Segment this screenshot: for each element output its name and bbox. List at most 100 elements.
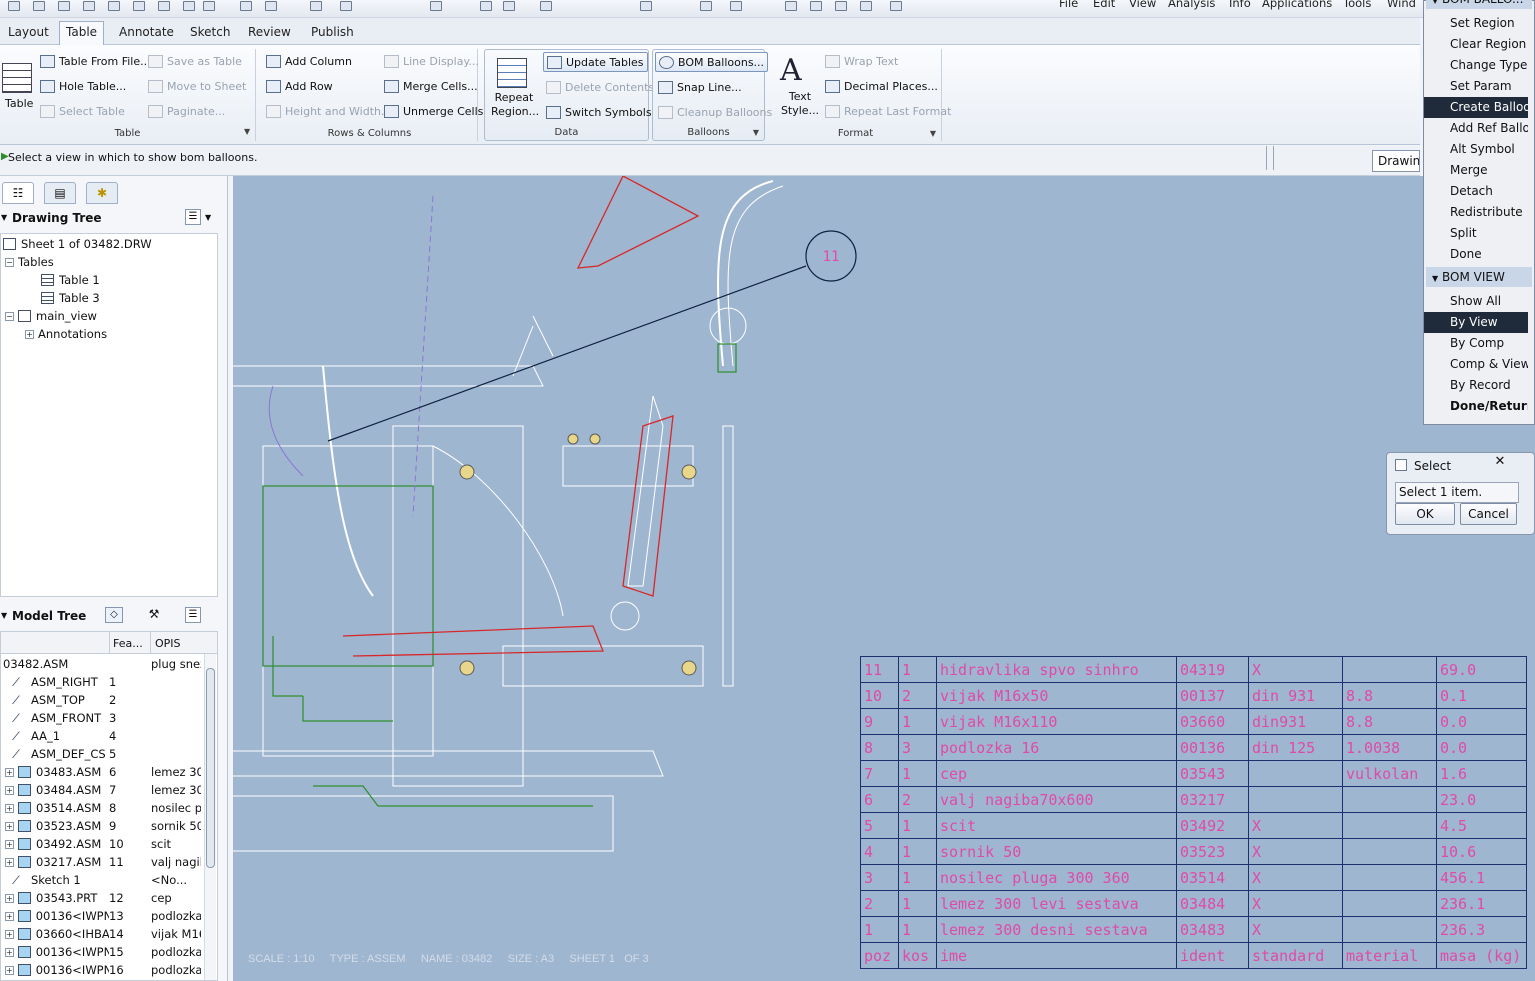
drawing-filter-combo[interactable]: Drawin	[1372, 150, 1420, 172]
menu-tools[interactable]: Tools	[1343, 0, 1371, 10]
add-row-button[interactable]: Add Row	[266, 76, 333, 96]
bom-cell[interactable]: 1	[898, 708, 937, 735]
tree-columns-icon[interactable]: ☰	[185, 607, 201, 623]
menu-edit[interactable]: Edit	[1093, 0, 1115, 10]
model-tree-row[interactable]: +00136<IWPN 15 podlozka	[1, 943, 201, 961]
bom-cell[interactable]: 2	[898, 682, 937, 709]
bom-cell[interactable]: 7	[860, 760, 899, 787]
view-icon[interactable]	[540, 1, 552, 11]
unmerge-cells-button[interactable]: Unmerge Cells	[384, 101, 483, 121]
bom-cell[interactable]: 03523	[1176, 838, 1249, 865]
cut-icon[interactable]	[310, 1, 322, 11]
menu-item-set-region[interactable]: Set Region	[1424, 13, 1528, 34]
bom-cell[interactable]: 1	[898, 838, 937, 865]
bom-cell[interactable]: 10.6	[1436, 838, 1527, 865]
bom-cell[interactable]	[1342, 786, 1437, 813]
menu-item-done[interactable]: Done	[1424, 244, 1528, 265]
table-button-label[interactable]: Table	[5, 97, 33, 110]
bom-row[interactable]: 9 1 vijak M16x110 03660 din931 8.8 0.0	[860, 708, 1527, 735]
copy-icon[interactable]	[83, 1, 95, 11]
bom-cell[interactable]: 1	[898, 890, 937, 917]
menu-view[interactable]: View	[1129, 0, 1156, 10]
bom-cell[interactable]: vijak M16x50	[936, 682, 1177, 709]
bom-table[interactable]: 11 1 hidravlika spvo sinhro 04319 X 69.0 10 2 vi…	[860, 656, 1527, 969]
bom-cell[interactable]: 1	[898, 656, 937, 683]
bom-header-row[interactable]: poz kos ime ident standard material masa (kg)	[860, 942, 1527, 969]
tree-settings-icon[interactable]: ☰	[185, 209, 201, 225]
save-icon[interactable]	[58, 1, 70, 11]
bom-cell[interactable]: lemez 300 levi sestava	[936, 890, 1177, 917]
sketch-icon[interactable]	[430, 1, 442, 11]
tab-favorites[interactable]: ✱	[86, 182, 118, 204]
bom-cell[interactable]: 11	[860, 656, 899, 683]
search-icon[interactable]	[700, 1, 712, 11]
bom-cell[interactable]: kos	[898, 942, 937, 969]
bom-cell[interactable]: din 125	[1248, 734, 1343, 761]
scroll-thumb[interactable]	[206, 668, 215, 868]
check-icon[interactable]	[480, 1, 492, 11]
menu-window[interactable]: Wind	[1387, 0, 1416, 10]
expand-icon[interactable]: +	[5, 893, 14, 903]
menu-item-by-comp[interactable]: By Comp	[1424, 333, 1528, 354]
bom-cell[interactable]: X	[1248, 890, 1343, 917]
zoom-icon[interactable]	[640, 1, 652, 11]
bom-cell[interactable]: valj nagiba70x600	[936, 786, 1177, 813]
expand-icon[interactable]: +	[5, 947, 14, 957]
axis-icon[interactable]	[810, 1, 822, 11]
wrap-text-button[interactable]: Wrap Text	[825, 51, 898, 71]
bom-cell[interactable]: 04319	[1176, 656, 1249, 683]
tree-item-main-view[interactable]: − main_view	[5, 307, 97, 325]
menu-item-redistribute[interactable]: Redistribute	[1424, 202, 1528, 223]
tab-annotate[interactable]: Annotate	[119, 25, 174, 39]
model-tree-row[interactable]: ⁄ AA_1 4	[1, 727, 201, 745]
csys-icon[interactable]	[860, 1, 872, 11]
select-table-button[interactable]: Select Table	[40, 101, 125, 121]
collapse-icon[interactable]: −	[5, 311, 14, 321]
model-tree-row[interactable]: 03482.ASM plug snez	[1, 655, 201, 673]
tab-sketch[interactable]: Sketch	[190, 25, 230, 39]
menu-item-add-ref-balloon[interactable]: Add Ref Balloon	[1424, 118, 1528, 139]
snap-line-button[interactable]: Snap Line...	[658, 77, 742, 97]
bom-row[interactable]: 5 1 scit 03492 X 4.5	[860, 812, 1527, 839]
paste-icon[interactable]	[340, 1, 352, 11]
expand-icon[interactable]: +	[5, 911, 14, 921]
drawing-canvas[interactable]: 11 11 1 hidravlika spvo sinhro 04319 X 69.0 10…	[233, 176, 1535, 981]
tab-table[interactable]: Table	[59, 21, 105, 46]
redo-icon[interactable]	[265, 1, 277, 11]
bom-cell[interactable]: sornik 50	[936, 838, 1177, 865]
model-tree-row[interactable]: ⁄ ASM_TOP 2	[1, 691, 201, 709]
bom-cell[interactable]: 00137	[1176, 682, 1249, 709]
collapse-icon[interactable]: −	[5, 257, 14, 267]
display-icon[interactable]	[730, 1, 742, 11]
column-opis[interactable]: OPIS	[155, 637, 181, 650]
bom-cell[interactable]: lemez 300 desni sestava	[936, 916, 1177, 943]
bom-cell[interactable]: vijak M16x110	[936, 708, 1177, 735]
model-tree-row[interactable]: ⁄ Sketch 1 <No...	[1, 871, 201, 889]
bom-cell[interactable]: 1	[860, 916, 899, 943]
open-icon[interactable]	[33, 1, 45, 11]
edit-icon[interactable]	[158, 1, 170, 11]
bom-row[interactable]: 3 1 nosilec pluga 300 360 03514 X 456.1	[860, 864, 1527, 891]
bom-cell[interactable]: ime	[936, 942, 1177, 969]
bom-cell[interactable]: din931	[1248, 708, 1343, 735]
bom-cell[interactable]: 8.8	[1342, 682, 1437, 709]
line-display-button[interactable]: Line Display...	[384, 51, 479, 71]
bom-row[interactable]: 1 1 lemez 300 desni sestava 03483 X 236.3	[860, 916, 1527, 943]
switch-symbols-button[interactable]: Switch Symbols	[546, 102, 652, 122]
bom-row[interactable]: 10 2 vijak M16x50 00137 din 931 8.8 0.1	[860, 682, 1527, 709]
repeat-region-icon[interactable]	[497, 58, 527, 88]
bom-cell[interactable]: 69.0	[1436, 656, 1527, 683]
update-tables-button[interactable]: Update Tables	[543, 52, 648, 72]
settings-dropdown-icon[interactable]: ▼	[205, 207, 211, 229]
bom-cell[interactable]: X	[1248, 864, 1343, 891]
bom-cell[interactable]: 10	[860, 682, 899, 709]
menu-item-set-param[interactable]: Set Param	[1424, 76, 1528, 97]
menu-applications[interactable]: Applications	[1262, 0, 1332, 10]
menu-item-merge[interactable]: Merge	[1424, 160, 1528, 181]
bom-cell[interactable]: masa (kg)	[1436, 942, 1527, 969]
show-icon[interactable]: ◇	[105, 607, 123, 623]
bom-cell[interactable]: 0.0	[1436, 734, 1527, 761]
menu-item-done-return[interactable]: Done/Return	[1424, 396, 1528, 417]
ok-button[interactable]: OK	[1395, 503, 1455, 525]
model-tree-header[interactable]: ▼ Model Tree ◇ ⚒ ☰	[0, 605, 220, 627]
